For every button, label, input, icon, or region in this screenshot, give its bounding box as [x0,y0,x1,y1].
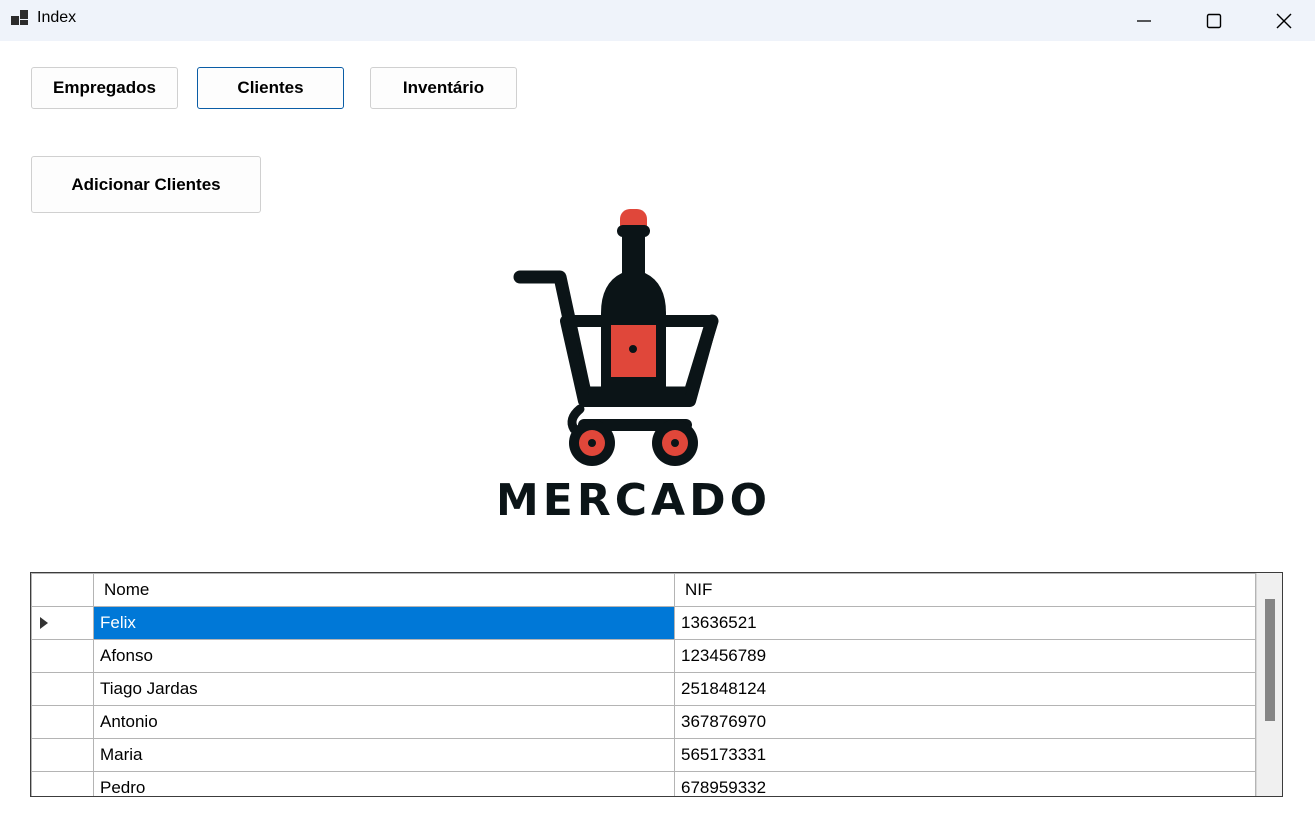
row-header[interactable] [31,738,94,772]
clients-table: Nome NIF Felix 13636521 Afonso 123456789… [31,573,1256,796]
cell-nome[interactable]: Maria [93,738,675,772]
cell-nif[interactable]: 13636521 [674,606,1256,640]
table-row[interactable]: Maria 565173331 [31,738,1256,772]
column-header-nome[interactable]: Nome [93,573,675,607]
cell-nif[interactable]: 123456789 [674,639,1256,673]
clientes-button[interactable]: Clientes [197,67,344,109]
row-header[interactable] [31,606,94,640]
empregados-button[interactable]: Empregados [31,67,178,109]
cell-nif[interactable]: 251848124 [674,672,1256,706]
maximize-icon [1206,13,1222,28]
scrollbar-thumb[interactable] [1265,599,1275,721]
cell-nome[interactable]: Afonso [93,639,675,673]
maximize-button[interactable] [1184,0,1244,41]
cell-nome[interactable]: Felix [93,606,675,640]
row-header[interactable] [31,639,94,673]
clients-grid[interactable]: Nome NIF Felix 13636521 Afonso 123456789… [30,572,1283,797]
cell-nome[interactable]: Antonio [93,705,675,739]
cell-nome[interactable]: Tiago Jardas [93,672,675,706]
cell-nif[interactable]: 367876970 [674,705,1256,739]
minimize-button[interactable] [1114,0,1174,41]
table-row[interactable]: Felix 13636521 [31,606,1256,640]
table-row[interactable]: Antonio 367876970 [31,705,1256,739]
app-window-icon [11,10,28,25]
mercado-logo: MERCADO [500,209,770,526]
cell-nif[interactable]: 565173331 [674,738,1256,772]
close-icon [1276,13,1292,28]
table-row[interactable]: Afonso 123456789 [31,639,1256,673]
cell-nif[interactable]: 678959332 [674,771,1256,796]
cell-nome[interactable]: Pedro [93,771,675,796]
window-title: Index [37,9,77,26]
vertical-scrollbar[interactable] [1256,573,1282,796]
table-row[interactable]: Pedro 678959332 [31,771,1256,796]
minimize-icon [1137,19,1151,22]
row-header-corner [31,573,94,607]
table-header-row: Nome NIF [31,573,1256,607]
current-row-arrow-icon [40,617,48,629]
inventario-button[interactable]: Inventário [370,67,517,109]
row-header[interactable] [31,705,94,739]
title-bar: Index [0,0,1315,41]
close-button[interactable] [1254,0,1314,41]
column-header-nif[interactable]: NIF [674,573,1256,607]
row-header[interactable] [31,771,94,796]
row-header[interactable] [31,672,94,706]
table-row[interactable]: Tiago Jardas 251848124 [31,672,1256,706]
add-clients-button[interactable]: Adicionar Clientes [31,156,261,213]
logo-text: MERCADO [500,475,770,526]
